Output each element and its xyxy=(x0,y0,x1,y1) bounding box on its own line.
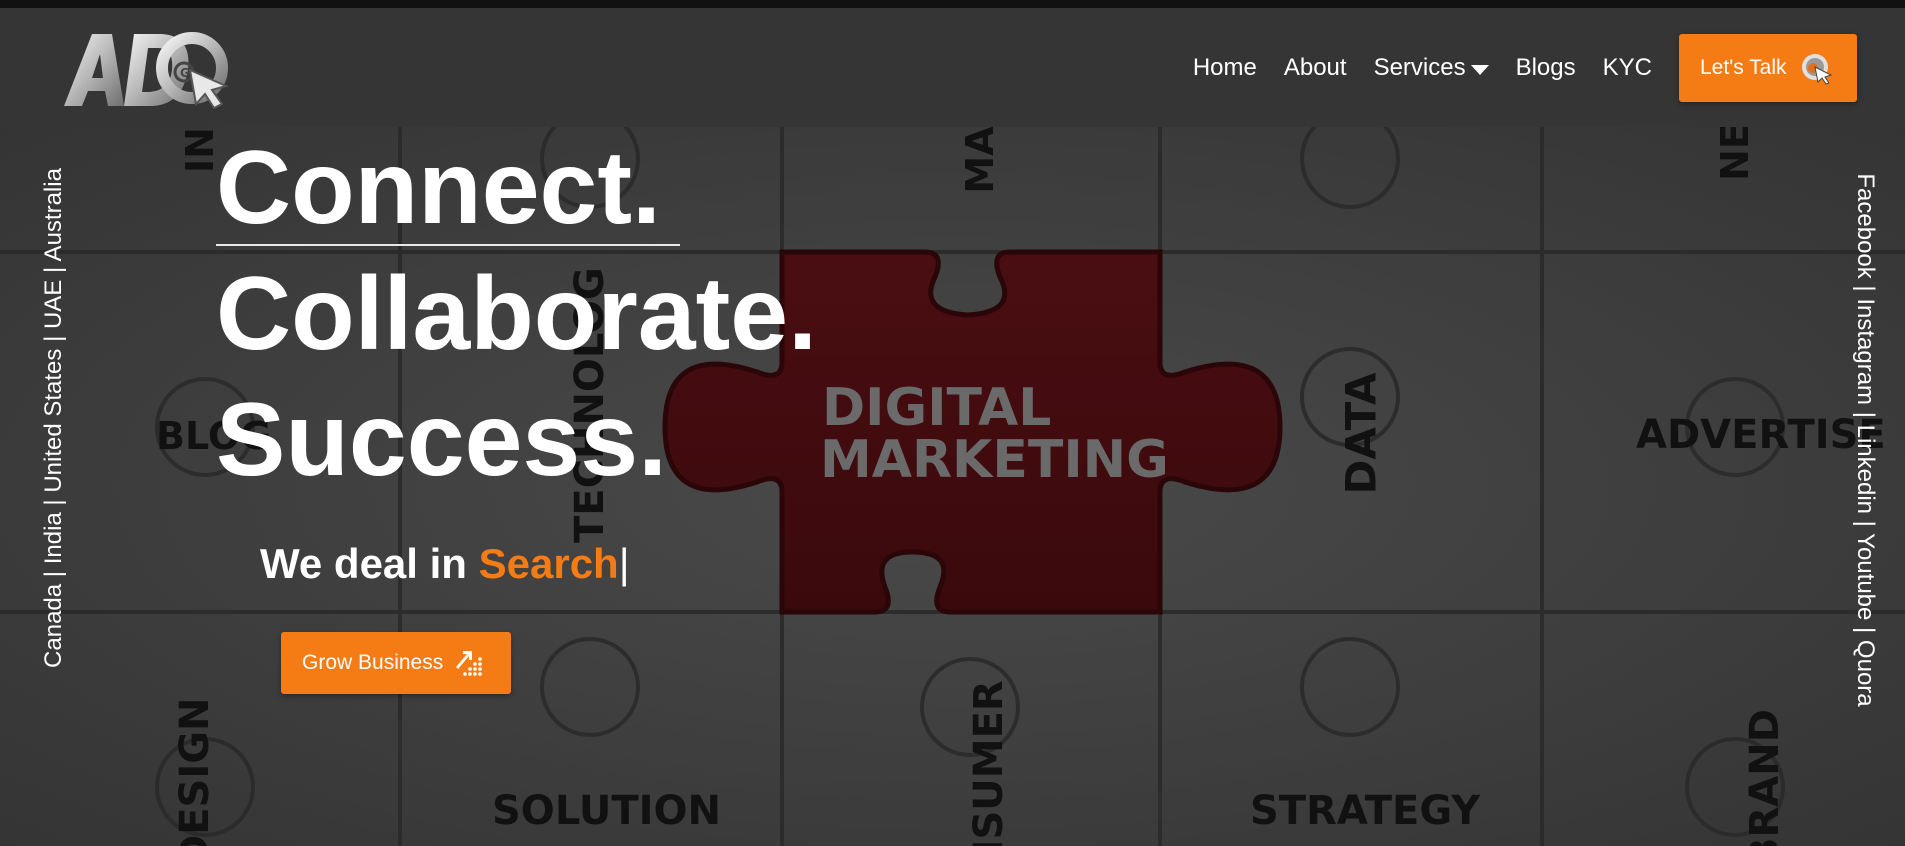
locations-text: Canada | India | United States | UAE | A… xyxy=(40,168,67,668)
brand-logo[interactable]: G xyxy=(62,26,232,111)
lets-talk-label: Let's Talk xyxy=(1700,55,1787,79)
nav-kyc[interactable]: KYC xyxy=(1603,54,1652,82)
main-nav: Home About Services Blogs KYC Let's Talk xyxy=(1193,8,1905,127)
nav-about-label: About xyxy=(1283,53,1347,81)
nav-services[interactable]: Services xyxy=(1374,54,1489,82)
lets-talk-button[interactable]: Let's Talk xyxy=(1679,33,1857,102)
grow-business-label: Grow Business xyxy=(302,651,444,674)
typing-tagline: We deal in Search| xyxy=(260,540,630,588)
nav-blogs-label: Blogs xyxy=(1515,53,1576,81)
typing-cursor: | xyxy=(618,540,630,587)
bg-word-design: DESIGN xyxy=(172,697,218,846)
tagline-highlight: Search xyxy=(478,540,619,587)
nav-kyc-label: KYC xyxy=(1602,53,1652,81)
bg-word-solution: SOLUTION xyxy=(492,788,722,834)
page: DIGITAL MARKETING BLOG TECHNOLOG DATA AD… xyxy=(0,0,1905,846)
tagline-prefix: We deal in xyxy=(260,540,479,587)
hero-line-success: Success. xyxy=(216,382,667,498)
bg-word-data: DATA xyxy=(1336,372,1386,495)
bg-word-ma: MA xyxy=(958,126,1002,194)
cursor-logo-icon xyxy=(1801,53,1832,85)
top-border xyxy=(0,0,1905,8)
nav-services-label: Services xyxy=(1373,53,1466,81)
caret-down-icon xyxy=(1470,64,1489,75)
nav-home[interactable]: Home xyxy=(1193,54,1257,82)
nav-blogs[interactable]: Blogs xyxy=(1516,54,1576,82)
grow-business-button[interactable]: Grow Business xyxy=(281,632,511,694)
bg-word-digital: DIGITAL xyxy=(822,378,1052,438)
growth-chart-icon xyxy=(456,651,483,676)
socials-text[interactable]: Facebook | Instagram | Linkedin | Youtub… xyxy=(1851,173,1879,706)
bg-word-strategy: STRATEGY xyxy=(1250,788,1481,834)
bg-word-advertise: ADVERTISE xyxy=(1636,412,1886,458)
nav-home-label: Home xyxy=(1192,53,1257,81)
hero-underline xyxy=(216,244,680,246)
hero-line-collaborate: Collaborate. xyxy=(216,256,817,372)
svg-text:G: G xyxy=(180,66,190,80)
bg-word-brand: BRAND xyxy=(1742,709,1788,846)
bg-word-consumer: NSUMER xyxy=(966,680,1012,846)
site-header: G Home About Services Blogs KYC Let's Ta… xyxy=(0,8,1905,127)
bg-word-marketing: MARKETING xyxy=(820,430,1169,490)
hero-line-connect: Connect. xyxy=(216,130,661,246)
nav-about[interactable]: About xyxy=(1284,54,1347,82)
bg-word-ne: NE xyxy=(1713,123,1757,181)
